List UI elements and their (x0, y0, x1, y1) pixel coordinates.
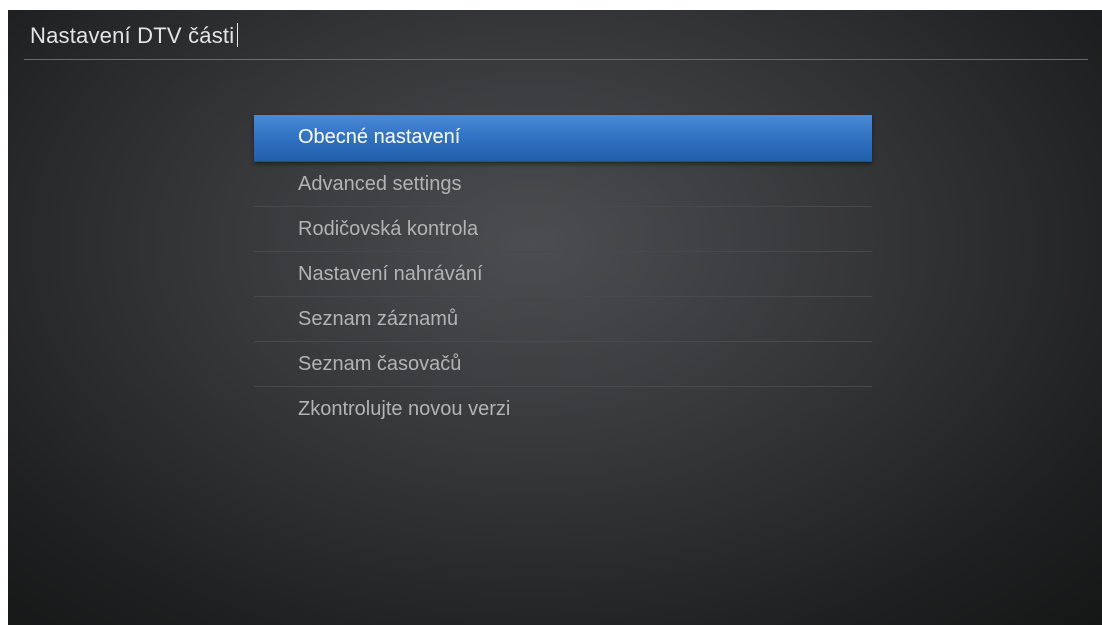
menu-item-check-new-version[interactable]: Zkontrolujte novou verzi (254, 387, 872, 432)
menu-item-label: Zkontrolujte novou verzi (298, 398, 511, 420)
menu-item-label: Obecné nastavení (298, 126, 461, 148)
menu-item-recordings-list[interactable]: Seznam záznamů (254, 297, 872, 342)
menu-item-advanced-settings[interactable]: Advanced settings (254, 162, 872, 207)
menu-item-label: Seznam záznamů (298, 308, 459, 330)
menu-item-label: Advanced settings (298, 173, 462, 195)
page-title-text: Nastavení DTV části (30, 23, 235, 48)
menu-item-timers-list[interactable]: Seznam časovačů (254, 342, 872, 387)
menu-item-label: Seznam časovačů (298, 353, 462, 375)
menu-item-parental-control[interactable]: Rodičovská kontrola (254, 207, 872, 252)
menu-item-recording-settings[interactable]: Nastavení nahrávání (254, 252, 872, 297)
menu-item-general-settings[interactable]: Obecné nastavení (254, 115, 872, 162)
menu-item-label: Nastavení nahrávání (298, 263, 483, 285)
header: Nastavení DTV části (8, 10, 1102, 62)
settings-menu: Obecné nastavení Advanced settings Rodič… (254, 115, 872, 432)
header-divider (24, 59, 1088, 60)
text-cursor (237, 23, 239, 47)
page-title: Nastavení DTV části (30, 23, 239, 49)
tv-settings-screen: Nastavení DTV části Obecné nastavení Adv… (8, 10, 1102, 625)
menu-item-label: Rodičovská kontrola (298, 218, 479, 240)
